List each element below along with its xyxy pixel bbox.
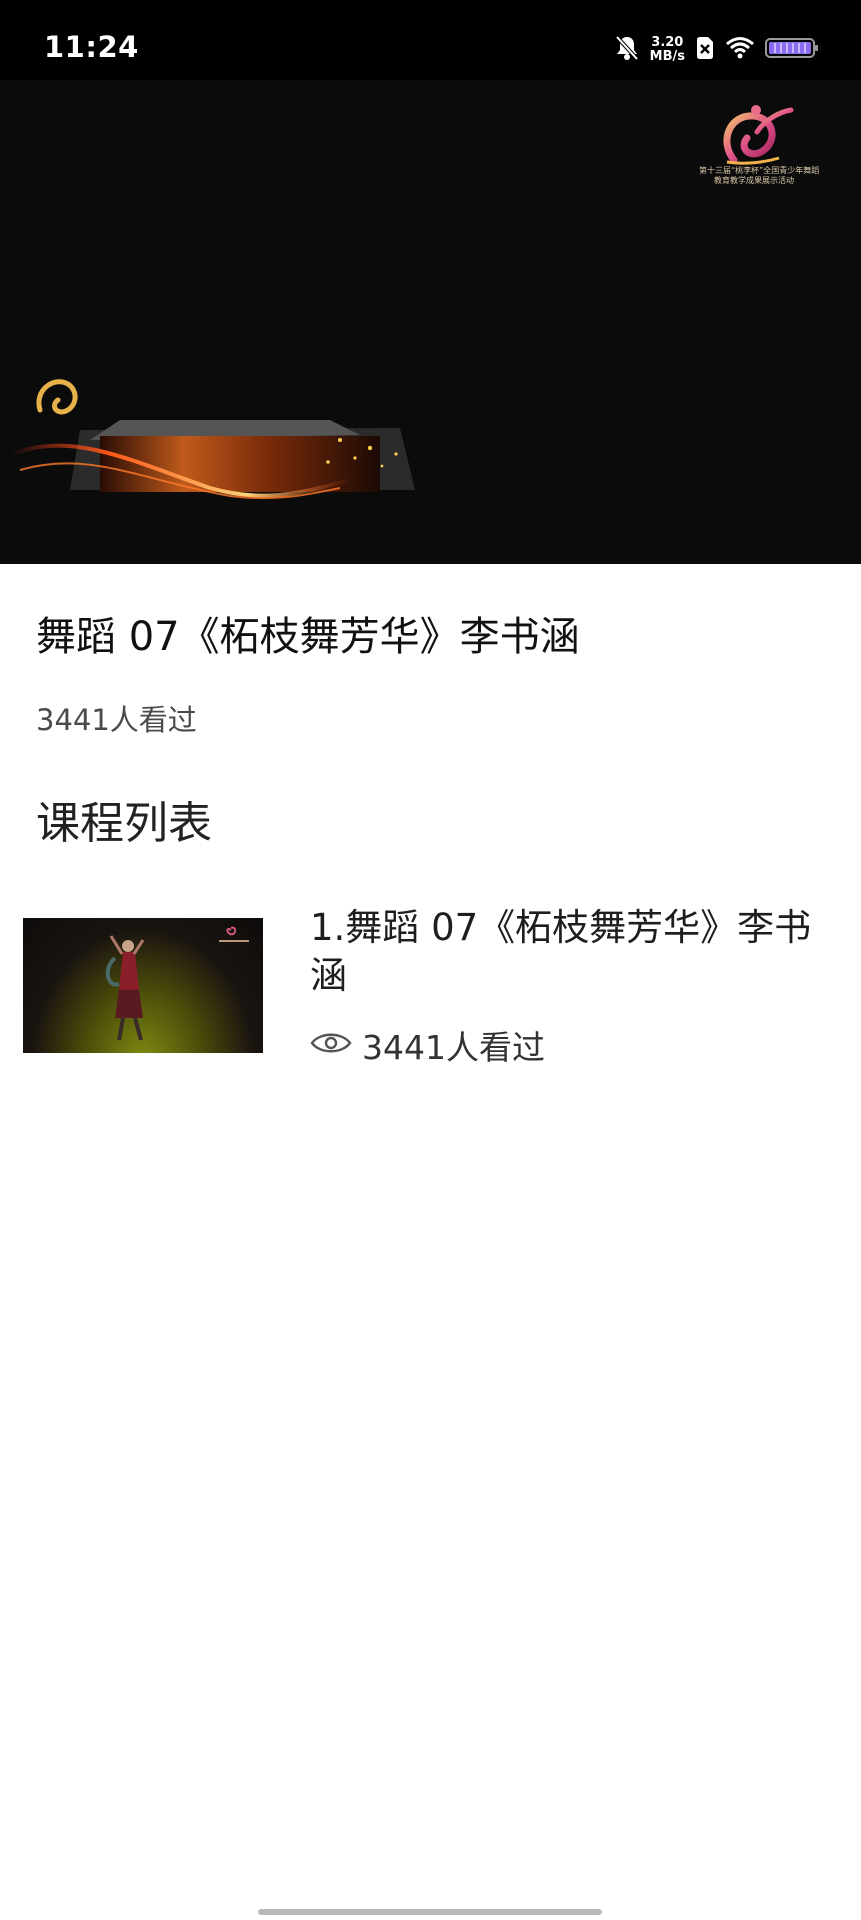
home-indicator[interactable] [258,1909,602,1915]
network-speed-unit: MB/s [649,49,685,64]
network-speed: 3.20 MB/s [650,36,685,64]
eye-icon [310,1029,352,1061]
video-title: 舞蹈 07《柘枝舞芳华》李书涵 [36,614,580,660]
wifi-icon [725,36,755,64]
view-count: 3441人看过 [36,703,197,737]
course-view-count: 3441人看过 [310,1025,545,1067]
network-speed-value: 3.20 [651,35,684,50]
battery-icon [765,37,819,63]
status-icons: 3.20 MB/s [614,32,819,68]
course-thumbnail[interactable] [23,918,263,1053]
section-title-course-list: 课程列表 [36,798,212,849]
course-list-item[interactable]: 1.舞蹈 07《柘枝舞芳华》李书涵 3441人看过 [0,880,861,1080]
bell-muted-icon [614,34,640,66]
course-title[interactable]: 1.舞蹈 07《柘枝舞芳华》李书涵 [310,904,830,1000]
video-player[interactable]: 第十三届“桃李杯”全国青少年舞蹈 教育教学成果展示活动 [0,80,861,564]
event-logo-watermark: 第十三届“桃李杯”全国青少年舞蹈 教育教学成果展示活动 [699,102,820,186]
watermark-caption: 第十三届“桃李杯”全国青少年舞蹈 教育教学成果展示活动 [699,166,820,185]
status-bar: 11:24 3.20 MB/s [0,0,861,80]
status-time: 11:24 [44,30,139,64]
sim-off-icon [695,36,715,64]
intro-banner-graphic [9,370,420,520]
course-views-text: 3441人看过 [362,1028,545,1067]
